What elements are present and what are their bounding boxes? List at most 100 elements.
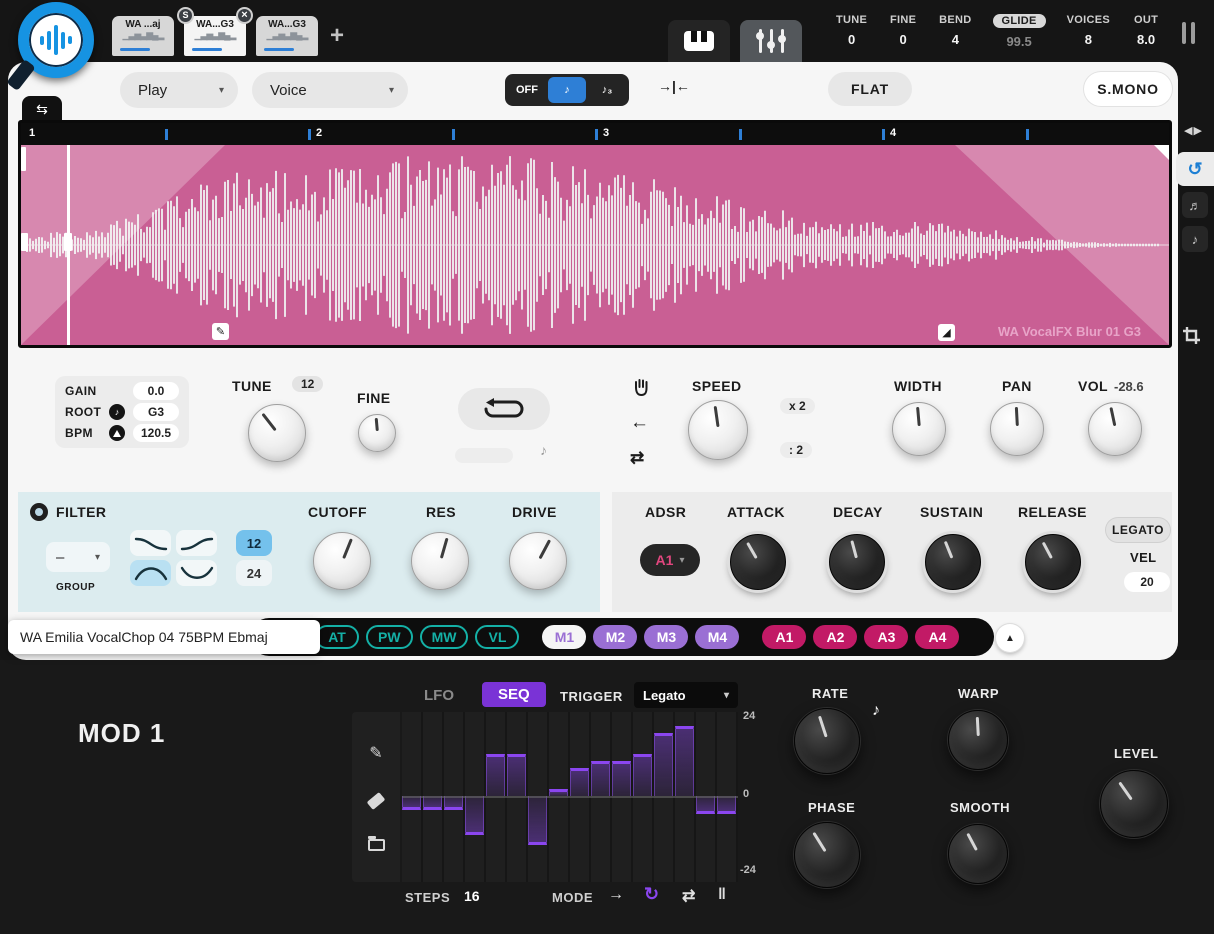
tune-value[interactable]: 12 (292, 376, 323, 392)
tag-pw[interactable]: PW (366, 625, 413, 649)
cutoff-knob[interactable] (313, 532, 371, 590)
keyboard-view-button[interactable] (668, 20, 730, 62)
rate-knob[interactable] (794, 708, 860, 774)
tag-vl[interactable]: VL (475, 625, 519, 649)
tag-a1[interactable]: A1 (762, 625, 806, 649)
trigger-dropdown[interactable]: Legato ▾ (634, 682, 738, 708)
level-knob[interactable] (1100, 770, 1168, 838)
readout-voices[interactable]: VOICES8 (1067, 14, 1110, 47)
speed-div-button[interactable]: : 2 (780, 442, 812, 458)
collapse-panel-button[interactable]: ▲ (996, 624, 1024, 652)
add-tab-button[interactable]: + (330, 22, 344, 50)
eraser-tool-icon[interactable] (367, 792, 386, 810)
rate-sync-note-icon[interactable]: ♪ (872, 702, 880, 720)
end-marker-handle[interactable] (1154, 145, 1169, 160)
filter-shape-highpass[interactable] (176, 530, 217, 556)
width-knob[interactable] (892, 402, 946, 456)
root-value[interactable]: G3 (133, 403, 179, 421)
adsr-target-dropdown[interactable]: A1 ▾ (640, 544, 700, 576)
filter-shape-bandpass[interactable] (130, 560, 171, 586)
sync-note-tool[interactable]: ♬ (1182, 192, 1208, 218)
crop-tool[interactable] (1182, 326, 1201, 350)
smooth-knob[interactable] (948, 824, 1008, 884)
stereo-mono-button[interactable]: S.MONO (1084, 72, 1172, 106)
voice-mode-dropdown[interactable]: Voice ▾ (252, 72, 408, 108)
tune-knob[interactable] (248, 404, 306, 462)
sustain-knob[interactable] (925, 534, 981, 590)
shuffle-icon[interactable]: ⇄ (630, 448, 644, 468)
loop-mode-tab[interactable]: ⇆ (22, 96, 62, 122)
filter-group-dropdown[interactable]: – ▾ (46, 542, 110, 572)
filter-shape-notch[interactable] (176, 560, 217, 586)
readout-fine[interactable]: FINE0 (888, 14, 918, 47)
snap-to-center-button[interactable]: →|← (658, 78, 690, 94)
readout-glide[interactable]: GLIDE99.5 (993, 14, 1046, 49)
play-mode-dropdown[interactable]: Play ▾ (120, 72, 238, 108)
sync-segment[interactable]: OFF (508, 77, 546, 103)
readout-bend[interactable]: BEND4 (939, 14, 971, 47)
filter-slope-12[interactable]: 12 (236, 530, 272, 556)
start-marker-handle[interactable] (21, 147, 26, 171)
pause-icon[interactable] (1182, 22, 1195, 44)
tab-close-icon[interactable]: × (236, 7, 253, 24)
release-knob[interactable] (1025, 534, 1081, 590)
mixer-view-button[interactable] (740, 20, 802, 62)
warp-knob[interactable] (948, 710, 1008, 770)
mode-loop-icon[interactable]: ↻ (644, 884, 659, 905)
steps-value[interactable]: 16 (464, 888, 480, 904)
sample-tab[interactable]: WA...G3▁▃▅▃▆▄▂ (256, 16, 318, 56)
mode-forward-icon[interactable]: → (608, 886, 624, 904)
hand-drag-icon[interactable] (633, 378, 650, 402)
app-logo[interactable] (14, 0, 102, 88)
tag-m3[interactable]: M3 (644, 625, 688, 649)
filter-enable-toggle[interactable] (30, 503, 48, 521)
mode-pingpong-icon[interactable]: ⇄ (682, 886, 695, 906)
bpm-value[interactable]: 120.5 (133, 424, 179, 442)
reverse-icon[interactable]: ← (630, 412, 649, 434)
tab-seq[interactable]: SEQ (482, 682, 546, 707)
vol-knob[interactable] (1088, 402, 1142, 456)
speed-knob[interactable] (688, 400, 748, 460)
loop-length-pill[interactable] (455, 448, 513, 463)
readout-tune[interactable]: TUNE0 (836, 14, 867, 47)
tag-m4[interactable]: M4 (695, 625, 739, 649)
filter-slope-24[interactable]: 24 (236, 560, 272, 586)
waveform-area[interactable]: ✎ ◢ WA VocalFX Blur 01 G3 (21, 145, 1169, 345)
tag-m2[interactable]: M2 (593, 625, 637, 649)
pan-knob[interactable] (990, 402, 1044, 456)
fade-curve-handle[interactable]: ◢ (938, 324, 955, 341)
tag-a4[interactable]: A4 (915, 625, 959, 649)
tag-m1[interactable]: M1 (542, 625, 586, 649)
gain-value[interactable]: 0.0 (133, 382, 179, 400)
tab-lfo[interactable]: LFO (424, 687, 454, 704)
drive-knob[interactable] (509, 532, 567, 590)
res-knob[interactable] (411, 532, 469, 590)
sync-segment[interactable]: ♪ (548, 77, 586, 103)
edit-tool-selected[interactable]: ↺ (1176, 152, 1214, 186)
filter-shape-lowpass[interactable] (130, 530, 171, 556)
flat-button[interactable]: FLAT (828, 72, 912, 106)
edit-fade-button[interactable]: ✎ (212, 323, 229, 340)
vel-value[interactable]: 20 (1124, 572, 1170, 592)
decay-knob[interactable] (829, 534, 885, 590)
draw-tool-icon[interactable]: ✎ (369, 743, 382, 763)
seq-grid[interactable] (402, 712, 738, 882)
speed-mult-button[interactable]: x 2 (780, 398, 815, 414)
tag-a3[interactable]: A3 (864, 625, 908, 649)
pitch-note-tool[interactable]: ♪ (1182, 226, 1208, 252)
sample-tab[interactable]: WA ...aj▁▃▅▃▆▄▂ (112, 16, 174, 56)
readout-out[interactable]: OUT8.0 (1131, 14, 1161, 47)
tag-a2[interactable]: A2 (813, 625, 857, 649)
tag-mw[interactable]: MW (420, 625, 469, 649)
pan-arrows-icon[interactable]: ◀▶ (1184, 124, 1203, 137)
waveform-display[interactable]: 1234 ✎ ◢ WA VocalFX Blur 0 (18, 120, 1172, 348)
legato-button[interactable]: LEGATO (1106, 518, 1170, 542)
vol-value[interactable]: -28.6 (1114, 379, 1144, 394)
tag-at[interactable]: AT (315, 625, 359, 649)
solo-badge[interactable]: S (177, 7, 194, 24)
loop-toggle-button[interactable] (458, 388, 550, 430)
preset-folder-icon[interactable] (368, 839, 385, 851)
sample-tab[interactable]: WA...G3▁▃▅▃▆▄▂S× (184, 16, 246, 56)
phase-knob[interactable] (794, 822, 860, 888)
mode-pause-icon[interactable]: ‖ (718, 886, 726, 904)
